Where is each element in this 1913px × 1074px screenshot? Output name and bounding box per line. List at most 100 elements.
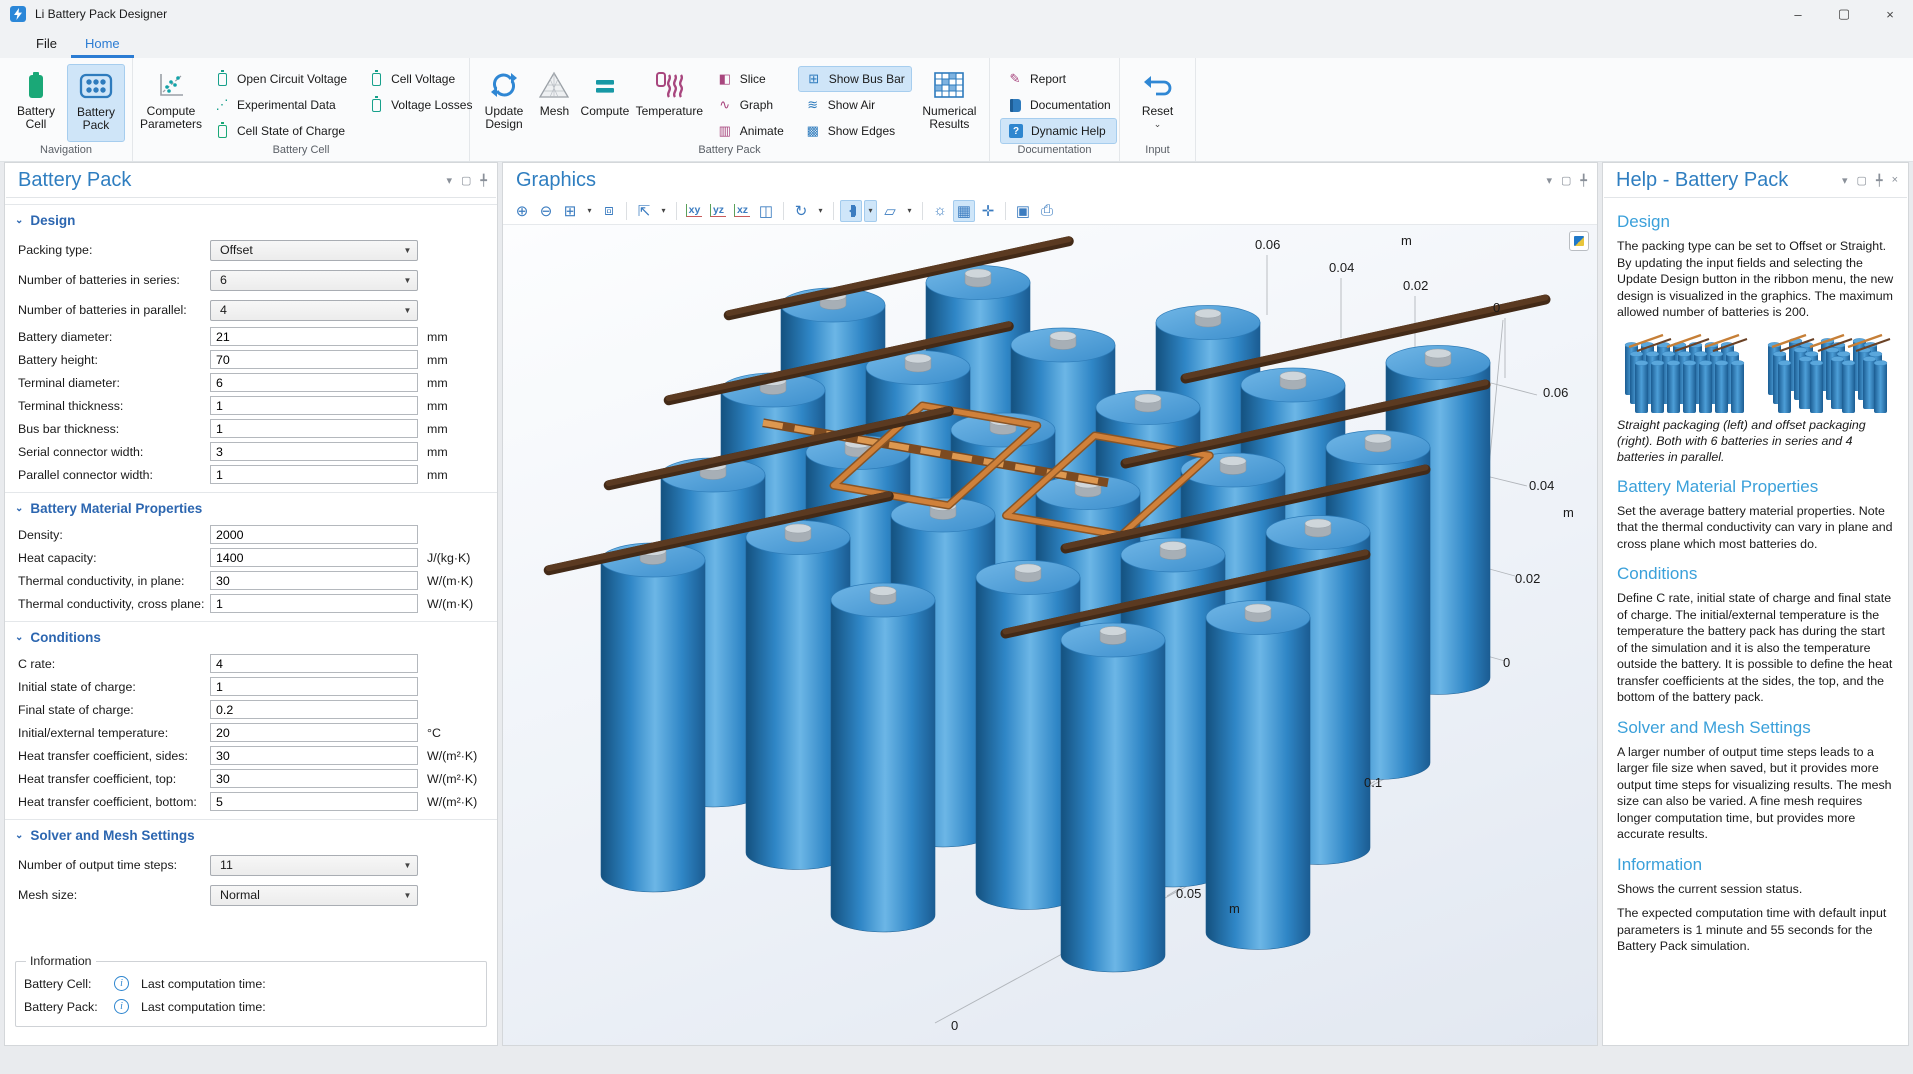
battery-cell-button[interactable]: Battery Cell [7,64,65,142]
experimental-data-button[interactable]: ⋰ Experimental Data [207,92,353,118]
zoom-in-icon[interactable]: ⊕ [511,200,533,222]
text-input[interactable] [210,373,418,392]
cell-state-of-charge-button[interactable]: Cell State of Charge [207,118,353,144]
zoom-box-icon[interactable]: ⊞ [559,200,581,222]
default-3d-view-icon[interactable]: ⇱ [633,200,655,222]
text-input[interactable] [210,723,418,742]
text-input[interactable] [210,465,418,484]
view-yz-icon[interactable]: yz [707,200,729,222]
mesh-button[interactable]: Mesh [533,64,576,142]
dropdown-select[interactable]: 6 ▼ [210,270,418,291]
transparency-icon[interactable]: ▱ [879,200,901,222]
zoom-box-dropdown-icon[interactable]: ▾ [583,200,596,222]
reset-dropdown-icon[interactable]: ⌄ [1154,119,1162,130]
show-air-button[interactable]: ≋ Show Air [798,92,912,118]
section-header[interactable]: ⌄ Design [5,205,497,235]
panel-pin-icon[interactable]: ╇ [480,174,487,187]
compute-parameters-icon [155,68,187,102]
section-header[interactable]: ⌄ Battery Material Properties [5,493,497,523]
cell-voltage-button[interactable]: Cell Voltage [361,66,478,92]
zoom-out-icon[interactable]: ⊖ [535,200,557,222]
menu-home[interactable]: Home [71,31,134,58]
text-input[interactable] [210,442,418,461]
view-xy-icon[interactable]: xy [683,200,705,222]
text-input[interactable] [210,746,418,765]
dropdown-select[interactable]: 4 ▼ [210,300,418,321]
panel-menu-icon[interactable]: ▾ [1546,174,1552,187]
view-dropdown-icon[interactable]: ▾ [657,200,670,222]
voltage-losses-button[interactable]: Voltage Losses [361,92,478,118]
text-input[interactable] [210,571,418,590]
text-input[interactable] [210,769,418,788]
dropdown-select[interactable]: Offset ▼ [210,240,418,261]
axis-tick-right: 0.06 [1543,385,1568,400]
documentation-button[interactable]: Documentation [1000,92,1117,118]
sound-dropdown-icon[interactable]: ▾ [864,200,877,222]
minimize-button[interactable]: – [1775,0,1821,28]
panel-pin-icon[interactable]: ╇ [1580,174,1587,187]
field-unit: W/(m·K) [427,574,473,588]
section-header[interactable]: ⌄ Conditions [5,622,497,652]
panel-menu-icon[interactable]: ▾ [446,174,452,187]
show-edges-button[interactable]: ▩ Show Edges [798,118,912,144]
graphics-viewport[interactable]: 0.060.040.020m0.060.040.020m0.10.050m [503,225,1597,1045]
text-input[interactable] [210,700,418,719]
panel-menu-icon[interactable]: ▾ [1842,174,1848,187]
compute-parameters-button[interactable]: Compute Parameters [140,64,202,142]
dropdown-select[interactable]: 11 ▼ [210,855,418,876]
section-header[interactable]: ⌄ Solver and Mesh Settings [5,820,497,850]
zoom-extents-icon[interactable]: ⧈ [598,200,620,222]
graph-button[interactable]: ∿ Graph [710,92,790,118]
field-unit: mm [427,376,448,390]
compute-button[interactable]: Compute [578,64,632,142]
reset-button[interactable]: Reset ⌄ [1130,64,1186,142]
print-icon[interactable]: ⎙ [1036,200,1058,222]
text-input[interactable] [210,654,418,673]
dynamic-help-button[interactable]: ? Dynamic Help [1000,118,1117,144]
settings-section: ⌄ Conditions C rate: Initial state of ch… [5,621,497,813]
panel-float-icon[interactable]: ▢ [1561,174,1571,187]
maximize-button[interactable]: ▢ [1821,0,1867,28]
panel-float-icon[interactable]: ▢ [461,174,471,187]
report-button[interactable]: ✎ Report [1000,66,1117,92]
text-input[interactable] [210,594,418,613]
temperature-button[interactable]: Temperature [634,64,705,142]
panel-float-icon[interactable]: ▢ [1857,174,1867,187]
window-title: Li Battery Pack Designer [35,7,167,21]
rotate-dropdown-icon[interactable]: ▾ [814,200,827,222]
animate-button[interactable]: ▥ Animate [710,118,790,144]
text-input[interactable] [210,792,418,811]
text-input[interactable] [210,419,418,438]
show-bus-bar-button[interactable]: ⊞ Show Bus Bar [798,66,912,92]
sound-icon[interactable] [840,200,862,222]
show-axes-icon[interactable]: ✛ [977,200,999,222]
panel-pin-icon[interactable]: ╇ [1876,174,1883,187]
rotate-icon[interactable]: ↻ [790,200,812,222]
text-input[interactable] [210,677,418,696]
menu-file[interactable]: File [22,31,71,58]
panel-close-icon[interactable]: × [1892,174,1898,187]
view-xz-icon[interactable]: xz [731,200,753,222]
movie-icon[interactable]: ◫ [755,200,777,222]
field-unit: W/(m·K) [427,597,473,611]
view-corner-icon[interactable] [1569,231,1589,251]
info-icon[interactable]: i [114,976,129,991]
ribbon-group-documentation: ✎ Report Documentation ? Dynamic Help Do… [990,58,1120,161]
text-input[interactable] [210,548,418,567]
grid-icon[interactable]: ▦ [953,200,975,222]
info-icon[interactable]: i [114,999,129,1014]
text-input[interactable] [210,350,418,369]
transparency-dropdown-icon[interactable]: ▾ [903,200,916,222]
numerical-results-button[interactable]: Numerical Results [917,64,982,142]
update-design-button[interactable]: Update Design [477,64,531,142]
text-input[interactable] [210,327,418,346]
snapshot-icon[interactable]: ▣ [1012,200,1034,222]
text-input[interactable] [210,396,418,415]
scene-light-icon[interactable]: ☼ [929,200,951,222]
open-circuit-voltage-button[interactable]: Open Circuit Voltage [207,66,353,92]
slice-button[interactable]: ◧ Slice [710,66,790,92]
battery-pack-button[interactable]: Battery Pack [67,64,125,142]
dropdown-select[interactable]: Normal ▼ [210,885,418,906]
text-input[interactable] [210,525,418,544]
close-button[interactable]: × [1867,0,1913,28]
